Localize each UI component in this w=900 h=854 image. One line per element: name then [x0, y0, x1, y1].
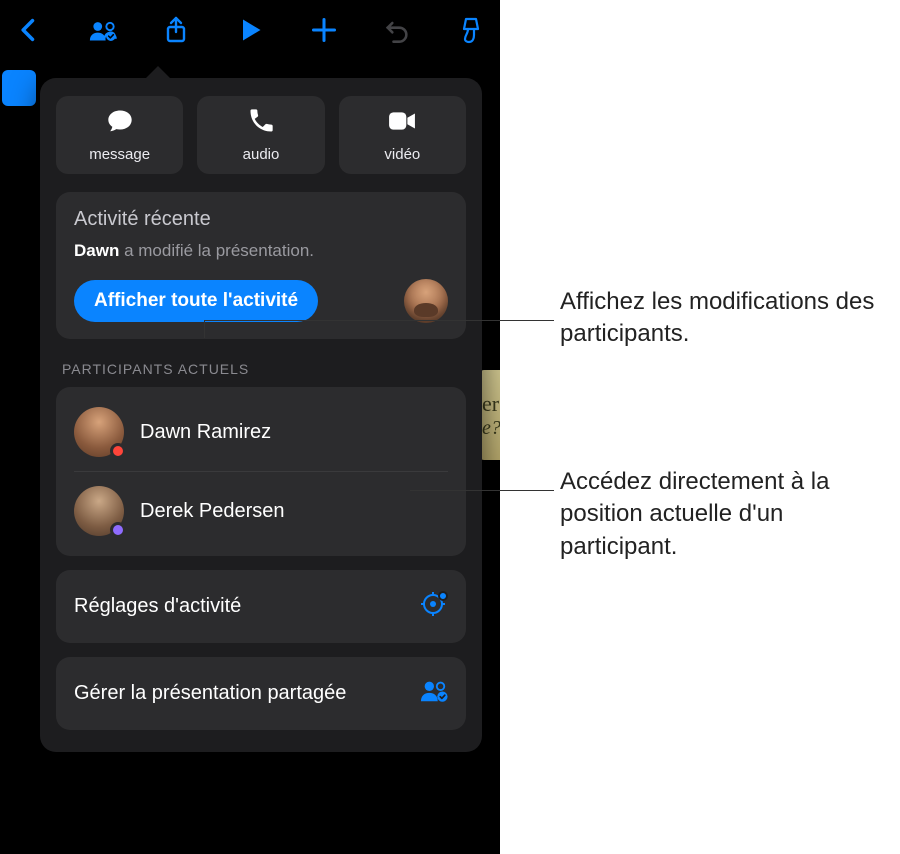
- avatar: [74, 486, 124, 536]
- activity-rest: a modifié la présentation.: [119, 241, 314, 260]
- callout-leader: [204, 320, 554, 321]
- add-button[interactable]: [307, 12, 341, 48]
- format-brush-button[interactable]: [454, 12, 488, 48]
- doc-peek-line: er: [482, 391, 499, 417]
- gear-activity-icon: [420, 590, 448, 623]
- show-all-activity-button[interactable]: Afficher toute l'activité: [74, 280, 318, 322]
- app-frame: er e? message audio: [0, 0, 500, 854]
- document-preview-peek: er e?: [480, 370, 500, 460]
- participant-row[interactable]: Derek Pedersen: [74, 471, 448, 550]
- recent-activity-card: Activité récente Dawn a modifié la prése…: [56, 192, 466, 339]
- contact-row: message audio vidéo: [56, 96, 466, 174]
- callout-leader: [204, 320, 205, 338]
- undo-button[interactable]: [381, 12, 415, 48]
- slide-selection-indicator: [2, 70, 36, 106]
- manage-shared-icon: [420, 677, 448, 710]
- participants-section-label: PARTICIPANTS ACTUELS: [62, 361, 462, 377]
- avatar: [74, 407, 124, 457]
- recent-activity-title: Activité récente: [74, 208, 448, 231]
- presence-dot: [110, 443, 126, 459]
- message-label: message: [89, 146, 150, 163]
- audio-button[interactable]: audio: [197, 96, 324, 174]
- message-icon: [106, 107, 134, 140]
- back-button[interactable]: [12, 12, 46, 48]
- manage-shared-label: Gérer la présentation partagée: [74, 681, 346, 706]
- callout-text: Affichez les modifications des participa…: [560, 286, 880, 351]
- share-button[interactable]: [159, 12, 193, 48]
- audio-label: audio: [243, 146, 280, 163]
- activity-line: Dawn a modifié la présentation.: [74, 241, 448, 261]
- participant-row[interactable]: Dawn Ramirez: [56, 393, 466, 471]
- callout-leader: [410, 490, 554, 491]
- avatar: [404, 279, 448, 323]
- activity-actor: Dawn: [74, 241, 119, 260]
- callout-text: Accédez directement à la position actuel…: [560, 466, 880, 563]
- participants-card: Dawn Ramirez Derek Pedersen: [56, 387, 466, 556]
- video-button[interactable]: vidéo: [339, 96, 466, 174]
- presence-dot: [110, 522, 126, 538]
- manage-shared-button[interactable]: Gérer la présentation partagée: [56, 657, 466, 730]
- message-button[interactable]: message: [56, 96, 183, 174]
- video-icon: [388, 107, 416, 140]
- participant-name: Dawn Ramirez: [140, 421, 271, 444]
- collaborate-button[interactable]: [86, 12, 120, 48]
- toolbar: [0, 0, 500, 64]
- collaboration-popover: message audio vidéo Activité récente: [40, 78, 482, 752]
- participant-name: Derek Pedersen: [140, 500, 285, 523]
- phone-icon: [247, 107, 275, 140]
- video-label: vidéo: [384, 146, 420, 163]
- activity-settings-button[interactable]: Réglages d'activité: [56, 570, 466, 643]
- activity-settings-label: Réglages d'activité: [74, 594, 241, 619]
- play-button[interactable]: [233, 12, 267, 48]
- doc-peek-line: e?: [482, 417, 500, 440]
